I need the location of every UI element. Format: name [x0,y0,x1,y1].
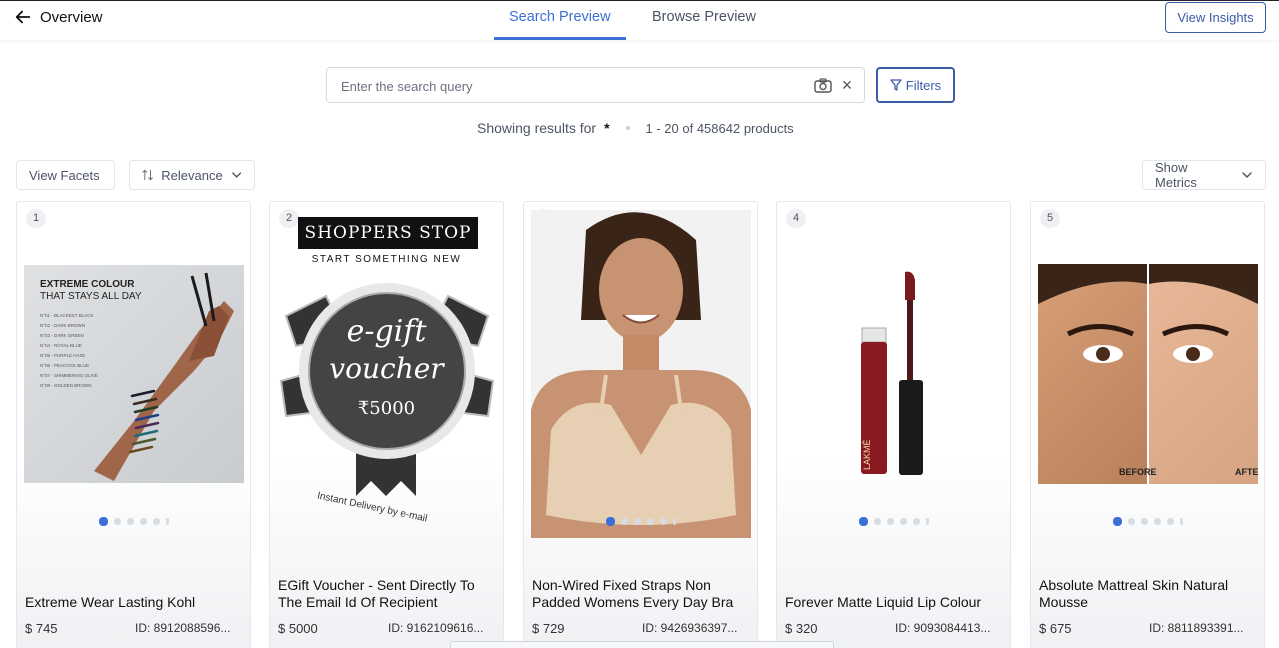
product-card[interactable]: 5 BEFORE AFTER Absolute Mattreal Skin Na… [1030,201,1265,648]
rank-badge: 4 [786,209,806,228]
view-facets-label: View Facets [29,167,100,183]
after-face [1149,264,1258,484]
rank-badge: 5 [1040,209,1060,228]
brand-tagline: START SOMETHING NEW [311,254,462,265]
product-card[interactable]: 2 SHOPPERS STOP START SOMETHING NEW e-gi… [269,201,504,648]
before-face-illustration [1038,264,1147,363]
sort-dropdown[interactable]: Relevance [129,160,255,190]
rank-badge: 1 [26,209,46,228]
shade-item: N°06 - PEACOCK BLUE [40,363,90,368]
shade-item: N°02 - DARK BROWN [40,323,86,328]
top-bar: Overview Search Preview Browse Preview V… [0,0,1279,40]
filters-label: Filters [905,77,942,93]
badge-line-1: e-gift [346,314,427,349]
product-price: $ 675 [1039,621,1072,636]
product-id: ID: 9093084413... [895,621,991,635]
product-title: Absolute Mattreal Skin Natural Mousse [1039,577,1229,610]
sort-label: Relevance [161,167,223,183]
results-count: 1 - 20 of 458642 products [645,120,794,136]
results-summary: Showing results for * 1 - 20 of 458642 p… [477,119,794,137]
product-title: Extreme Wear Lasting Kohl [25,594,196,610]
brand-banner: SHOPPERS STOP [298,217,478,249]
product-title: Non-Wired Fixed Straps Non Padded Womens… [532,577,734,610]
shade-item: N°01 - BLACKEST BLACK [40,313,94,318]
product-id: ID: 9162109616... [388,621,484,635]
clear-search-icon[interactable]: × [837,74,857,96]
after-face-illustration [1149,264,1258,363]
product-image: SHOPPERS STOP START SOMETHING NEW e-gift… [270,212,503,522]
view-insights-button[interactable]: View Insights [1165,2,1266,33]
before-label: BEFORE [1119,467,1157,477]
image-carousel-dots[interactable] [1031,517,1264,526]
show-metrics-dropdown[interactable]: Show Metrics [1142,160,1266,190]
product-card[interactable]: 1 EXTREME COLOUR THAT STAYS ALL DAY N°01… [16,201,251,648]
product-image: LAKMĒ [837,270,947,480]
bottom-popup-edge [450,641,834,648]
sort-icon [142,169,153,181]
product-image [531,210,751,538]
back-to-overview-button[interactable]: Overview [14,8,103,26]
tab-search-preview[interactable]: Search Preview [509,9,611,25]
chevron-down-icon [1242,172,1252,179]
product-id: ID: 8811893391... [1149,621,1244,635]
back-label: Overview [40,8,103,26]
badge-line-2: voucher [329,352,444,385]
image-carousel-dots[interactable] [524,517,757,526]
product-id: ID: 9426936397... [642,621,738,635]
product-card[interactable]: 4 LAKMĒ Forever Matte Liquid Lip Colour … [776,201,1011,648]
product-title: EGift Voucher - Sent Directly To The Ema… [278,577,475,610]
shade-item: N°05 - PURPLE HAZE [40,353,86,358]
image-carousel-dots[interactable] [17,517,250,526]
arm-swatch-illustration [94,272,234,481]
shade-item: N°08 - GOLDEN BROWN [40,383,92,388]
search-input[interactable] [341,76,801,96]
lipstick-illustration [861,271,923,475]
image-search-icon[interactable] [814,78,832,94]
image-carousel-dots[interactable] [777,517,1010,526]
shade-item: N°03 - DARK GREEN [40,333,84,338]
voucher-badge-illustration [279,283,495,496]
view-facets-button[interactable]: View Facets [16,160,115,190]
results-query: * [604,120,610,136]
shade-item: N°07 - SHIMMERING OLIVE [40,373,98,378]
arrow-left-icon [15,10,31,24]
product-price: $ 320 [785,621,818,636]
filter-icon [890,79,902,91]
product-price: $ 729 [532,621,565,636]
tab-browse-preview[interactable]: Browse Preview [652,9,756,25]
filters-button[interactable]: Filters [876,67,955,103]
product-price: $ 5000 [278,621,318,636]
shade-list: N°01 - BLACKEST BLACK N°02 - DARK BROWN … [40,311,98,391]
product-price: $ 745 [25,621,58,636]
active-tab-indicator [494,37,626,40]
shade-item: N°04 - ROYAL BLUE [40,343,82,348]
product-image: EXTREME COLOUR THAT STAYS ALL DAY N°01 -… [24,265,244,483]
product-image: BEFORE AFTER [1038,264,1258,484]
voucher-amount: ₹5000 [357,398,416,419]
product-id: ID: 8912088596... [135,621,231,635]
before-face [1038,264,1147,484]
results-prefix: Showing results for [477,120,597,136]
chevron-down-icon [231,172,241,178]
show-metrics-label: Show Metrics [1155,160,1197,190]
model-photo-illustration [531,212,751,538]
separator-dot [625,126,630,130]
after-label: AFTER [1235,467,1258,477]
lipstick-brand-mark: LAKMĒ [862,439,872,470]
product-card[interactable]: 3 Non-Wired Fixed Straps Non Padded Wome… [523,201,758,648]
search-box: × [326,67,865,103]
product-title: Forever Matte Liquid Lip Colour [785,594,982,610]
